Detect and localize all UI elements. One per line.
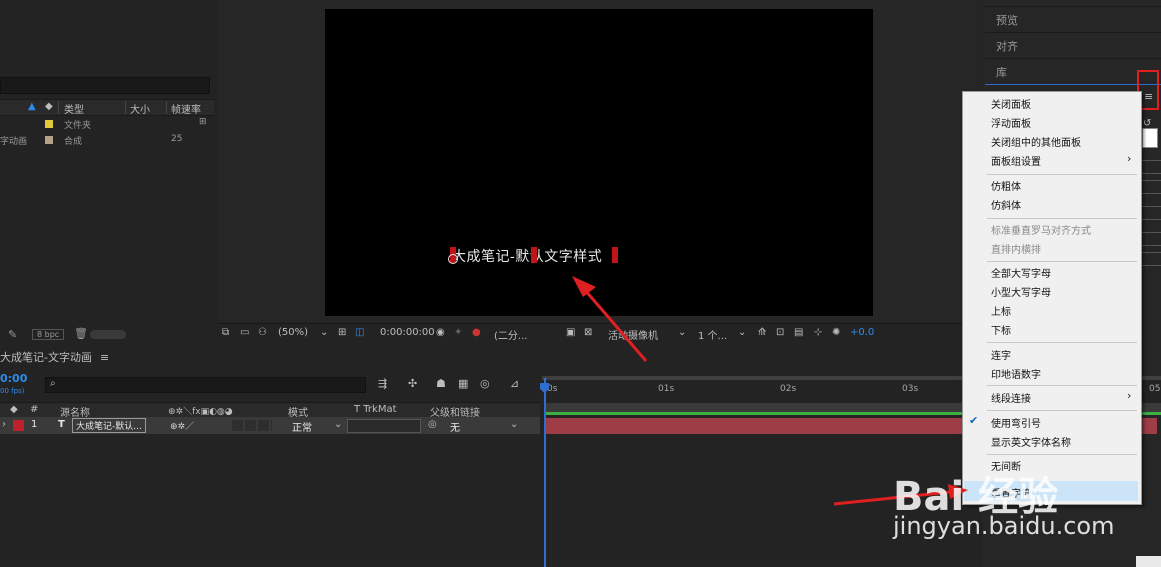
watermark-url: jingyan.baidu.com bbox=[893, 512, 1115, 540]
arrow-head bbox=[572, 276, 596, 297]
arrow-to-text bbox=[583, 289, 648, 362]
